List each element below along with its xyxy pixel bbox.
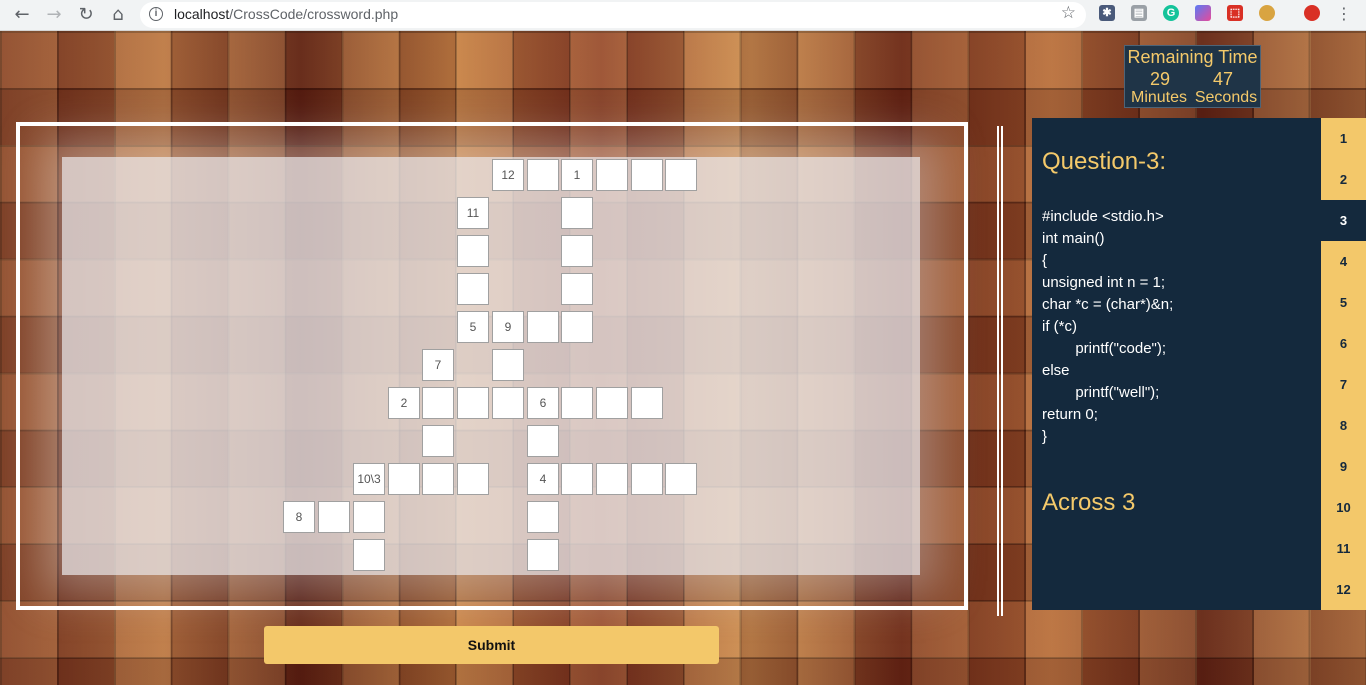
crossword-cell[interactable]	[596, 463, 628, 495]
code-line: #include <stdio.h>	[1042, 208, 1164, 225]
code-line: {	[1042, 252, 1048, 269]
home-icon[interactable]: ⌂	[106, 3, 130, 27]
crossword-cell[interactable]	[457, 273, 489, 305]
info-icon[interactable]: i	[149, 7, 163, 21]
question-nav-item[interactable]: 6	[1321, 323, 1366, 364]
question-nav-item[interactable]: 4	[1321, 241, 1366, 282]
timer-seconds: 47	[1212, 69, 1234, 89]
crossword-numbered-cell[interactable]: 4	[527, 463, 559, 495]
code-line: printf("code");	[1042, 340, 1167, 357]
question-code: #include <stdio.h> int main() { unsigned in…	[1042, 206, 1173, 448]
code-line: printf("well");	[1042, 384, 1160, 401]
question-nav-item[interactable]: 8	[1321, 405, 1366, 446]
crossword-numbered-cell[interactable]: 2	[388, 387, 420, 419]
code-line: return 0;	[1042, 406, 1098, 423]
submit-button[interactable]: Submit	[264, 626, 719, 664]
crossword-cell[interactable]	[596, 159, 628, 191]
crossword-cell[interactable]	[527, 539, 559, 571]
code-line: int main()	[1042, 230, 1105, 247]
crossword-cell[interactable]	[561, 311, 593, 343]
crossword-cell[interactable]	[492, 349, 524, 381]
code-line: if (*c)	[1042, 318, 1077, 335]
crossword-cell[interactable]	[353, 539, 385, 571]
code-line: else	[1042, 362, 1070, 379]
crossword-cell[interactable]	[561, 197, 593, 229]
crossword-cell[interactable]	[422, 463, 454, 495]
crossword-cell[interactable]	[527, 159, 559, 191]
crossword-cell[interactable]	[457, 235, 489, 267]
browser-toolbar: ← → ↻ ⌂ i localhost/CrossCode/crossword.…	[0, 0, 1366, 31]
crossword-numbered-cell[interactable]: 12	[492, 159, 524, 191]
question-nav-item[interactable]: 11	[1321, 528, 1366, 569]
extension-icon-7[interactable]	[1304, 5, 1320, 21]
question-nav-item[interactable]: 1	[1321, 118, 1366, 159]
timer-title: Remaining Time	[1127, 47, 1258, 67]
reload-icon[interactable]: ↻	[74, 3, 98, 27]
crossword-cell[interactable]	[665, 159, 697, 191]
pdf-icon[interactable]: ⬚	[1227, 5, 1243, 21]
timer-minutes-label: Minutes	[1130, 89, 1188, 106]
timer-minutes: 29	[1149, 69, 1171, 89]
crossword-cell[interactable]	[388, 463, 420, 495]
extension-icon-2[interactable]: ▤	[1131, 5, 1147, 21]
crossword-numbered-cell[interactable]: 6	[527, 387, 559, 419]
bookmark-star-icon[interactable]: ☆	[1061, 3, 1076, 23]
question-nav-item[interactable]: 12	[1321, 569, 1366, 610]
crossword-cell[interactable]	[665, 463, 697, 495]
question-navigator: 1 2 3 4 5 6 7 8 9 10 11 12	[1321, 118, 1366, 610]
extension-icon-4[interactable]	[1195, 5, 1211, 21]
crossword-cell[interactable]	[596, 387, 628, 419]
question-nav-item[interactable]: 9	[1321, 446, 1366, 487]
divider-line	[997, 126, 999, 616]
url-text: localhost/CrossCode/crossword.php	[174, 6, 398, 22]
crossword-numbered-cell[interactable]: 8	[283, 501, 315, 533]
crossword-cell[interactable]	[527, 425, 559, 457]
divider-line	[1001, 126, 1003, 616]
code-line: unsigned int n = 1;	[1042, 274, 1166, 291]
url-host: localhost	[174, 6, 230, 22]
crossword-numbered-cell[interactable]: 10\3	[353, 463, 385, 495]
question-panel: Question-3: #include <stdio.h> int main()…	[1032, 118, 1321, 610]
question-nav-item[interactable]: 2	[1321, 159, 1366, 200]
url-path: /CrossCode/crossword.php	[229, 6, 399, 22]
code-line: }	[1042, 428, 1048, 445]
back-icon[interactable]: ←	[10, 3, 34, 27]
crossword-cell[interactable]	[457, 387, 489, 419]
question-title: Question-3:	[1042, 148, 1167, 175]
cookie-icon[interactable]	[1259, 5, 1275, 21]
question-nav-item[interactable]: 10	[1321, 487, 1366, 528]
crossword-cell[interactable]	[422, 425, 454, 457]
crossword-cell[interactable]	[492, 387, 524, 419]
crossword-cell[interactable]	[561, 387, 593, 419]
crossword-cell[interactable]	[631, 463, 663, 495]
question-direction: Across 3	[1042, 489, 1136, 516]
crossword-cell[interactable]	[561, 463, 593, 495]
timer-seconds-label: Seconds	[1194, 89, 1258, 106]
crossword-numbered-cell[interactable]: 9	[492, 311, 524, 343]
crossword-cell[interactable]	[457, 463, 489, 495]
menu-icon[interactable]: ⋮	[1336, 4, 1352, 24]
crossword-cell[interactable]	[318, 501, 350, 533]
crossword-cell[interactable]	[631, 159, 663, 191]
crossword-cell[interactable]	[422, 387, 454, 419]
extension-icon-1[interactable]: ✱	[1099, 5, 1115, 21]
crossword-numbered-cell[interactable]: 5	[457, 311, 489, 343]
code-line: char *c = (char*)&n;	[1042, 296, 1174, 313]
crossword-cell[interactable]	[527, 501, 559, 533]
grammarly-icon[interactable]: G	[1163, 5, 1179, 21]
crossword-numbered-cell[interactable]: 7	[422, 349, 454, 381]
crossword-cell[interactable]	[527, 311, 559, 343]
crossword-cell[interactable]	[631, 387, 663, 419]
question-nav-item[interactable]: 3	[1321, 200, 1366, 241]
crossword-cell[interactable]	[561, 273, 593, 305]
remaining-time-box: Remaining Time 29 47 Minutes Seconds	[1124, 45, 1261, 108]
crossword-numbered-cell[interactable]: 1	[561, 159, 593, 191]
address-bar[interactable]: i localhost/CrossCode/crossword.php ☆	[140, 2, 1086, 28]
crossword-numbered-cell[interactable]: 11	[457, 197, 489, 229]
crossword-cell[interactable]	[353, 501, 385, 533]
question-nav-item[interactable]: 5	[1321, 282, 1366, 323]
crossword-cell[interactable]	[561, 235, 593, 267]
forward-icon[interactable]: →	[42, 3, 66, 27]
question-nav-item[interactable]: 7	[1321, 364, 1366, 405]
